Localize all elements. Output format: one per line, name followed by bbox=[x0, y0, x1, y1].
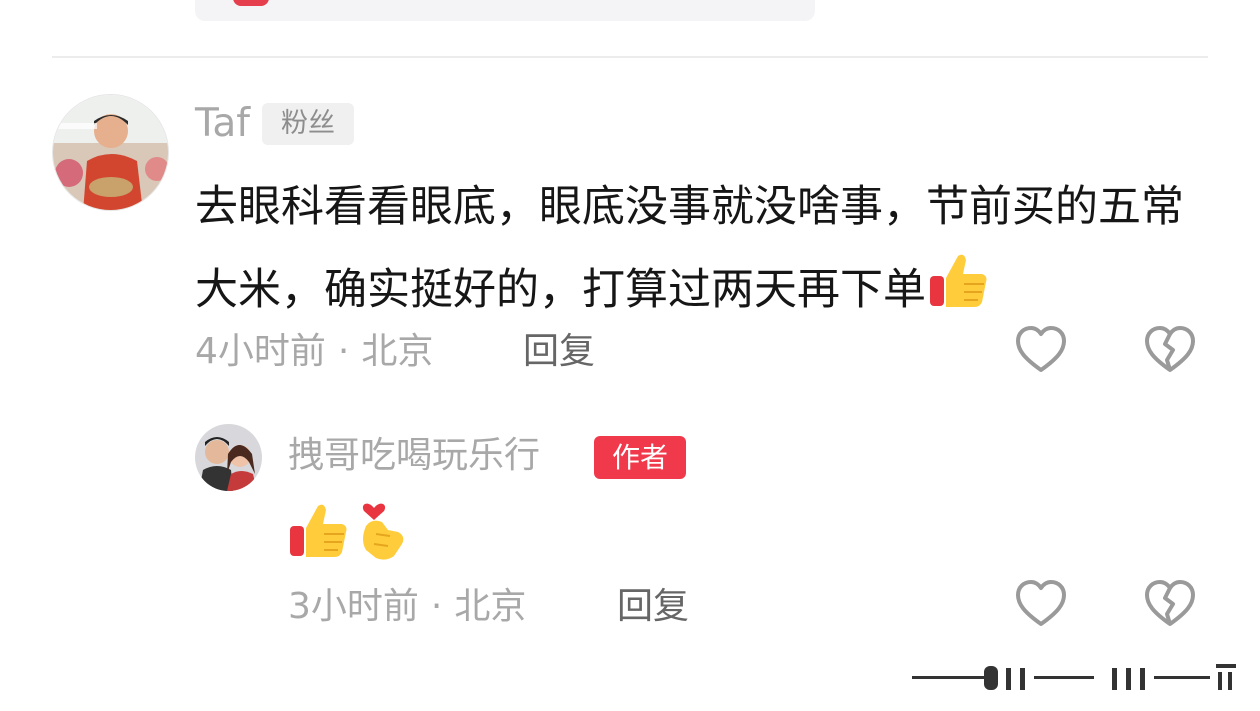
heart-outline-icon[interactable] bbox=[1014, 324, 1068, 378]
thumbs-up-icon bbox=[928, 250, 990, 338]
reply-emojis bbox=[288, 496, 418, 562]
author-badge: 作者 bbox=[594, 436, 686, 479]
meta-separator: · bbox=[337, 331, 350, 372]
comment-username[interactable]: Taf bbox=[195, 104, 250, 143]
watermark-strip bbox=[912, 662, 1242, 692]
divider bbox=[52, 56, 1208, 58]
previous-card-icon bbox=[233, 0, 269, 6]
heart-outline-icon[interactable] bbox=[1014, 578, 1068, 632]
comment-body: 去眼科看看眼底，眼底没事就没啥事，节前买的五常大米，确实挺好的，打算过两天再下单 bbox=[195, 182, 1184, 315]
reply-meta: 3小时前 · 北京 bbox=[288, 589, 526, 625]
avatar[interactable] bbox=[52, 94, 169, 211]
reply-time: 3小时前 bbox=[288, 586, 419, 627]
reply-button[interactable]: 回复 bbox=[523, 334, 595, 370]
previous-content-card[interactable] bbox=[195, 0, 815, 21]
reply-avatar-image bbox=[195, 424, 262, 491]
comment-text: 去眼科看看眼底，眼底没事就没啥事，节前买的五常大米，确实挺好的，打算过两天再下单 bbox=[195, 166, 1225, 338]
finger-heart-icon bbox=[362, 503, 404, 560]
thumbs-up-icon bbox=[290, 504, 347, 557]
broken-heart-icon[interactable] bbox=[1143, 324, 1197, 378]
broken-heart-icon[interactable] bbox=[1143, 578, 1197, 632]
reply-username[interactable]: 拽哥吃喝玩乐行 bbox=[288, 438, 540, 474]
reply-avatar[interactable] bbox=[195, 424, 262, 491]
comment-location: 北京 bbox=[361, 331, 434, 372]
reply-location: 北京 bbox=[454, 586, 527, 627]
meta-separator: · bbox=[430, 586, 443, 627]
comment-time: 4小时前 bbox=[195, 331, 326, 372]
comment-page: Taf 粉丝 去眼科看看眼底，眼底没事就没啥事，节前买的五常大米，确实挺好的，打… bbox=[0, 0, 1260, 711]
comment-meta: 4小时前 · 北京 bbox=[195, 334, 433, 370]
reply-button[interactable]: 回复 bbox=[617, 589, 689, 625]
avatar-image bbox=[53, 95, 168, 210]
fan-badge: 粉丝 bbox=[262, 103, 354, 145]
